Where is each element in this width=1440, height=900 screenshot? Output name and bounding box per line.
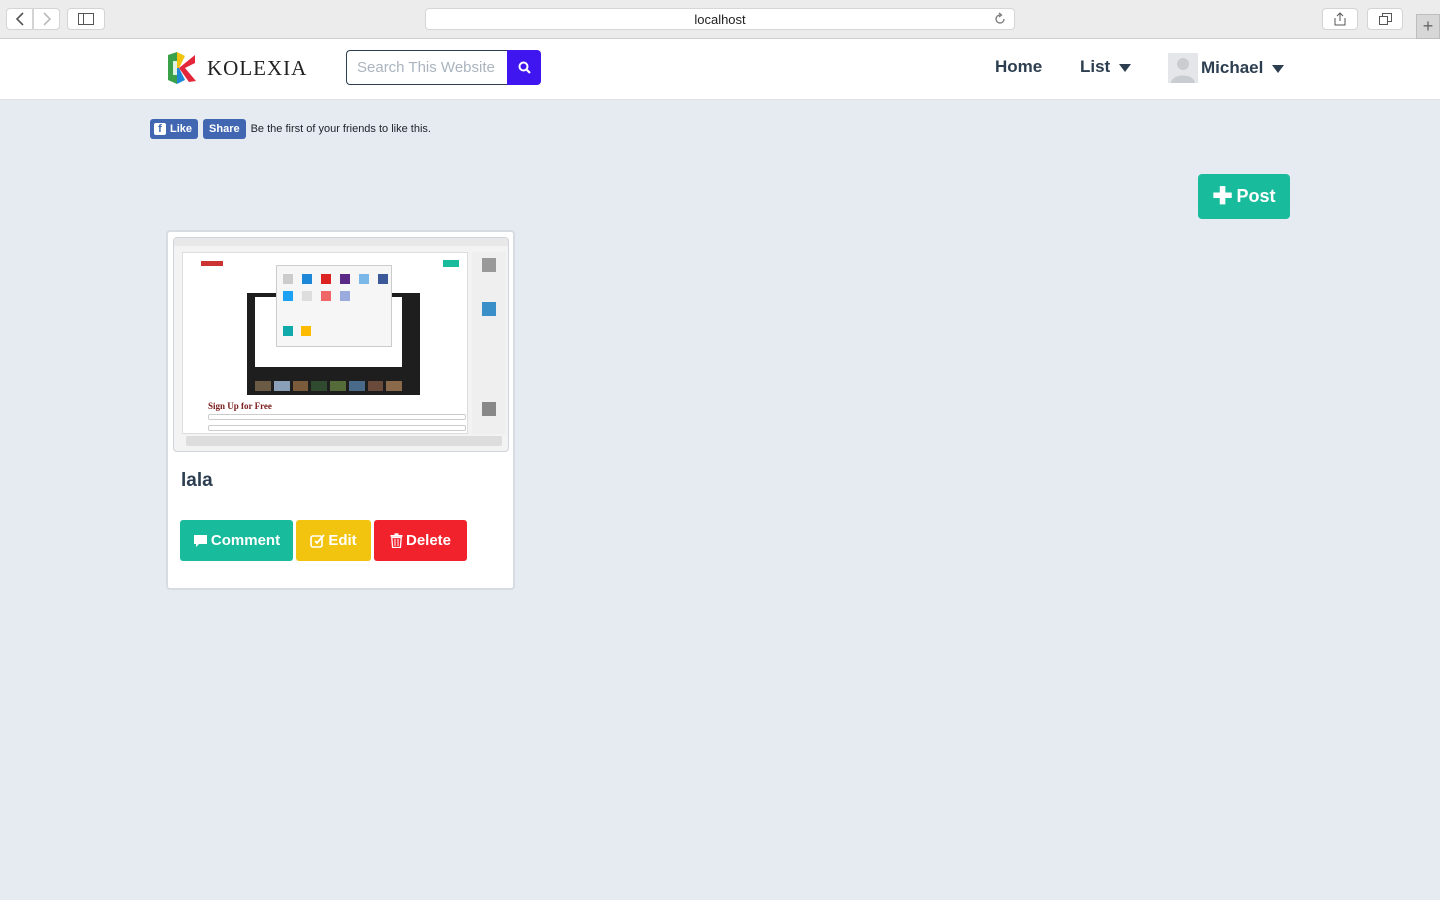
edit-icon bbox=[310, 533, 326, 548]
tabs-icon bbox=[1378, 13, 1392, 25]
browser-toolbar: localhost + bbox=[0, 0, 1440, 39]
nav-home-link[interactable]: Home bbox=[995, 57, 1042, 77]
address-bar[interactable]: localhost bbox=[425, 8, 1015, 30]
sidebar-toggle-button[interactable] bbox=[67, 8, 105, 30]
edit-button[interactable]: Edit bbox=[296, 520, 371, 561]
comment-icon bbox=[193, 534, 207, 547]
sidebar-icon bbox=[78, 13, 94, 25]
post-title: lala bbox=[181, 470, 213, 491]
new-post-label: Post bbox=[1236, 186, 1276, 206]
comment-button[interactable]: Comment bbox=[180, 520, 293, 561]
plus-icon: ✚ bbox=[1212, 182, 1233, 210]
user-menu-dropdown[interactable]: Michael bbox=[1168, 53, 1285, 83]
caret-down-icon bbox=[1272, 65, 1285, 73]
thumbnail-caption: Sign Up for Free bbox=[208, 401, 272, 411]
back-button[interactable] bbox=[6, 8, 33, 30]
new-post-button[interactable]: ✚ Post bbox=[1198, 174, 1290, 219]
facebook-like-widget: f Like Share Be the first of your friend… bbox=[150, 119, 431, 139]
nav-list-dropdown[interactable]: List bbox=[1080, 57, 1132, 77]
facebook-like-label: Like bbox=[170, 123, 193, 135]
delete-button[interactable]: Delete bbox=[374, 520, 467, 561]
search-icon bbox=[518, 61, 531, 74]
site-search bbox=[346, 50, 541, 85]
avatar bbox=[1168, 53, 1198, 83]
edit-label: Edit bbox=[328, 532, 357, 549]
search-input[interactable] bbox=[346, 50, 507, 85]
show-tabs-button[interactable] bbox=[1367, 8, 1403, 30]
user-name: Michael bbox=[1201, 58, 1264, 77]
chevron-left-icon bbox=[15, 12, 24, 26]
facebook-social-text: Be the first of your friends to like thi… bbox=[250, 123, 431, 135]
comment-label: Comment bbox=[210, 532, 281, 549]
kolexia-logo-icon bbox=[168, 52, 196, 84]
brand-logo[interactable]: Kolexia bbox=[165, 51, 307, 85]
caret-down-icon bbox=[1119, 64, 1132, 72]
brand-name: Kolexia bbox=[207, 55, 308, 80]
facebook-share-button[interactable]: Share bbox=[203, 119, 246, 139]
trash-icon bbox=[390, 533, 403, 548]
site-navbar: Kolexia Home List Michael bbox=[0, 39, 1440, 100]
new-tab-button[interactable]: + bbox=[1416, 14, 1440, 39]
post-thumbnail[interactable]: Sign Up for Free bbox=[173, 237, 509, 452]
address-text: localhost bbox=[694, 11, 746, 27]
facebook-like-button[interactable]: f Like bbox=[150, 119, 199, 139]
share-icon bbox=[1334, 12, 1346, 26]
chevron-right-icon bbox=[42, 12, 51, 26]
search-button[interactable] bbox=[507, 50, 541, 85]
share-button[interactable] bbox=[1322, 8, 1358, 30]
reload-icon[interactable] bbox=[994, 12, 1006, 29]
nav-list-label: List bbox=[1080, 57, 1111, 76]
post-card: Sign Up for Free lala Comment Edit Delet… bbox=[166, 230, 515, 590]
forward-button[interactable] bbox=[33, 8, 60, 30]
delete-label: Delete bbox=[405, 532, 452, 549]
facebook-icon: f bbox=[154, 123, 166, 135]
